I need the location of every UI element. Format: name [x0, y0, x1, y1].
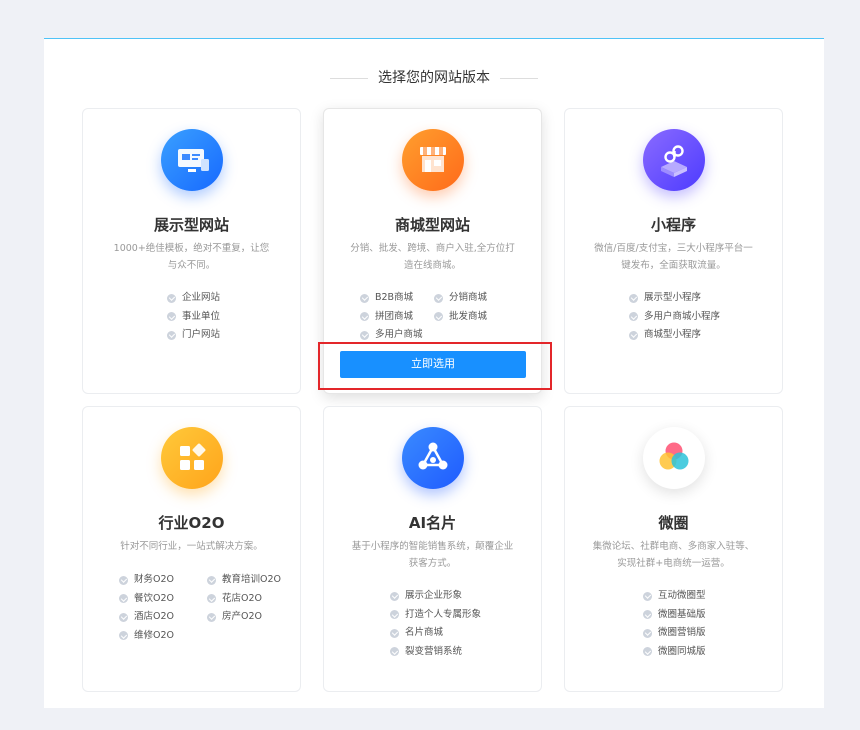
- feature-item: 互动微圈型: [643, 587, 706, 606]
- card-description: 针对不同行业，一站式解决方案。: [120, 541, 263, 552]
- card-industry-o2o[interactable]: 行业O2O 针对不同行业，一站式解决方案。 财务O2O 教育培训O2O 餐饮O2…: [82, 406, 301, 692]
- check-icon: [119, 631, 128, 641]
- feature-list: 企业网站 事业单位 门户网站: [167, 289, 220, 345]
- feature-item: 酒店O2O: [119, 608, 207, 627]
- feature-item: 多用户商城小程序: [629, 308, 720, 327]
- feature-item: 财务O2O: [119, 571, 207, 590]
- feature-list: 财务O2O 教育培训O2O 餐饮O2O 花店O2O 酒店O2O 房产O2O 维修…: [119, 571, 281, 645]
- feature-list: 展示企业形象 打造个人专属形象 名片商城 裂变营销系统: [390, 587, 481, 661]
- mini-program-icon: [643, 129, 705, 191]
- check-icon: [167, 312, 176, 322]
- check-icon: [434, 312, 443, 322]
- check-icon: [167, 330, 176, 340]
- heading-divider-right: [500, 77, 538, 79]
- feature-item: 企业网站: [167, 289, 220, 308]
- check-icon: [629, 330, 638, 340]
- card-title: AI名片: [408, 514, 457, 532]
- feature-item: 教育培训O2O: [207, 571, 281, 590]
- check-icon: [629, 312, 638, 322]
- check-icon: [643, 591, 652, 601]
- check-icon: [390, 591, 399, 601]
- feature-item: 事业单位: [167, 308, 220, 327]
- version-selection-panel: 选择您的网站版本 展示型网站 1000+绝佳模板，绝对不重复，让您与众不同。 企…: [44, 38, 824, 708]
- feature-item: 展示型小程序: [629, 289, 720, 308]
- feature-item: 餐饮O2O: [119, 590, 207, 609]
- blocks-icon: [161, 427, 223, 489]
- check-icon: [207, 575, 216, 585]
- check-icon: [434, 293, 443, 303]
- heading-divider-left: [330, 77, 368, 79]
- feature-item: B2B商城: [360, 289, 434, 308]
- circles-icon: [643, 427, 705, 489]
- feature-item: 花店O2O: [207, 590, 281, 609]
- feature-item: 商城型小程序: [629, 326, 720, 345]
- feature-item: 裂变营销系统: [390, 643, 481, 662]
- check-icon: [390, 610, 399, 620]
- feature-item: 微圈同城版: [643, 643, 706, 662]
- storefront-icon: [402, 129, 464, 191]
- check-icon: [119, 612, 128, 622]
- check-icon: [207, 612, 216, 622]
- card-description: 1000+绝佳模板，绝对不重复，让您与众不同。: [113, 243, 270, 271]
- feature-item: 房产O2O: [207, 608, 281, 627]
- feature-item: 展示企业形象: [390, 587, 481, 606]
- section-title: 选择您的网站版本: [378, 70, 490, 86]
- card-showcase-website[interactable]: 展示型网站 1000+绝佳模板，绝对不重复，让您与众不同。 企业网站 事业单位 …: [82, 108, 301, 394]
- feature-list: 展示型小程序 多用户商城小程序 商城型小程序: [629, 289, 720, 345]
- section-heading: 选择您的网站版本: [44, 67, 824, 87]
- card-title: 微圈: [658, 514, 689, 532]
- card-title: 展示型网站: [153, 216, 229, 234]
- check-icon: [390, 628, 399, 638]
- check-icon: [643, 647, 652, 657]
- card-ai-business-card[interactable]: AI名片 基于小程序的智能销售系统，颠覆企业获客方式。 展示企业形象 打造个人专…: [323, 406, 542, 692]
- display-screen-icon: [161, 129, 223, 191]
- feature-item: 微圈营销版: [643, 624, 706, 643]
- card-description: 集微论坛、社群电商、多商家入驻等、实现社群+电商统一运营。: [592, 541, 755, 569]
- network-icon: [402, 427, 464, 489]
- card-title: 行业O2O: [158, 514, 225, 532]
- check-icon: [360, 293, 369, 303]
- feature-item: 微圈基础版: [643, 606, 706, 625]
- card-title: 小程序: [650, 216, 696, 234]
- card-description: 微信/百度/支付宝，三大小程序平台一键发布，全面获取流量。: [594, 243, 753, 271]
- feature-item: 打造个人专属形象: [390, 606, 481, 625]
- select-now-button[interactable]: 立即选用: [340, 351, 526, 378]
- check-icon: [643, 628, 652, 638]
- card-mini-program[interactable]: 小程序 微信/百度/支付宝，三大小程序平台一键发布，全面获取流量。 展示型小程序…: [564, 108, 783, 394]
- feature-item: 名片商城: [390, 624, 481, 643]
- check-icon: [119, 575, 128, 585]
- feature-list: B2B商城 分销商城 拼团商城 批发商城 多用户商城: [360, 289, 487, 345]
- feature-item: 分销商城: [434, 289, 487, 308]
- feature-item: 门户网站: [167, 326, 220, 345]
- card-title: 商城型网站: [394, 216, 470, 234]
- card-description: 基于小程序的智能销售系统，颠覆企业获客方式。: [351, 541, 514, 569]
- check-icon: [119, 594, 128, 604]
- card-micro-circle[interactable]: 微圈 集微论坛、社群电商、多商家入驻等、实现社群+电商统一运营。 互动微圈型 微…: [564, 406, 783, 692]
- feature-list: 互动微圈型 微圈基础版 微圈营销版 微圈同城版: [643, 587, 706, 661]
- check-icon: [167, 293, 176, 303]
- check-icon: [629, 293, 638, 303]
- feature-item: 拼团商城: [360, 308, 434, 327]
- check-icon: [360, 330, 369, 340]
- check-icon: [390, 647, 399, 657]
- check-icon: [360, 312, 369, 322]
- feature-item: 批发商城: [434, 308, 487, 327]
- card-description: 分销、批发、跨境、商户入驻,全方位打造在线商城。: [350, 243, 515, 271]
- feature-item: 维修O2O: [119, 627, 207, 646]
- check-icon: [207, 594, 216, 604]
- check-icon: [643, 610, 652, 620]
